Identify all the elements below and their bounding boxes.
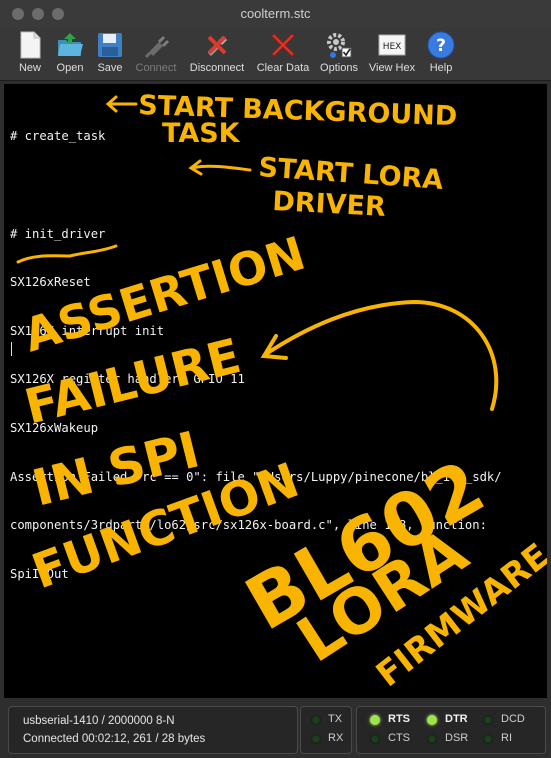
- document-icon: [20, 31, 41, 59]
- rts-label: RTS: [388, 713, 410, 725]
- text-cursor: [11, 342, 12, 356]
- tx-led: [311, 715, 321, 725]
- clear-data-label: Clear Data: [256, 62, 310, 74]
- rts-led[interactable]: [370, 715, 380, 725]
- open-button[interactable]: Open: [52, 28, 88, 80]
- save-label: Save: [97, 62, 123, 74]
- new-button[interactable]: New: [10, 28, 50, 80]
- ri-led: [483, 734, 493, 744]
- usb-plug-icon: [144, 35, 170, 59]
- terminal-line: SX126X register handler: GPIO 11: [10, 372, 245, 387]
- dtr-led[interactable]: [427, 715, 437, 725]
- help-icon: ?: [427, 31, 455, 59]
- folder-open-icon: [58, 33, 83, 56]
- hex-icon-text: HEX: [383, 42, 402, 52]
- red-x-icon: [271, 33, 295, 57]
- floppy-disk-icon: [98, 33, 122, 57]
- options-label: Options: [320, 62, 358, 74]
- terminal-line: SX126xReset: [10, 275, 91, 290]
- unplug-icon: [207, 35, 227, 56]
- terminal-lines: # create_task # init_driver SX126xReset …: [10, 96, 502, 615]
- new-label: New: [18, 62, 41, 74]
- disconnect-label: Disconnect: [189, 62, 245, 74]
- line-status-box: RTS CTS DTR DSR DCD RI: [356, 706, 546, 754]
- rx-label: RX: [328, 732, 344, 744]
- dcd-label: DCD: [501, 713, 525, 725]
- dtr-label: DTR: [445, 713, 468, 725]
- dcd-led: [483, 715, 493, 725]
- svg-text:?: ?: [436, 36, 446, 56]
- connection-info-text: Connected 00:02:12, 261 / 28 bytes: [23, 733, 206, 745]
- rx-led: [311, 734, 321, 744]
- terminal-line: Assertion Failed "rc == 0": file "/Users…: [10, 469, 502, 484]
- view-hex-label: View Hex: [368, 62, 416, 74]
- terminal-line: components/3rdparty/lo62/src/sx126x-boar…: [10, 518, 487, 533]
- save-button[interactable]: Save: [92, 28, 128, 80]
- open-label: Open: [56, 62, 84, 74]
- disconnect-button[interactable]: Disconnect: [186, 28, 248, 80]
- gear-icon: [327, 33, 352, 58]
- terminal-line: # init_driver: [10, 226, 106, 241]
- ri-label: RI: [501, 732, 512, 744]
- toolbar: New Open Save Connect Disconnect Clear D…: [0, 28, 551, 81]
- help-button[interactable]: ? Help: [422, 28, 460, 80]
- title-bar: coolterm.stc: [0, 0, 551, 28]
- connect-button[interactable]: Connect: [132, 28, 180, 80]
- port-settings-text: usbserial-1410 / 2000000 8-N: [23, 715, 175, 727]
- cts-label: CTS: [388, 732, 410, 744]
- txrx-indicator-box: TX RX: [300, 706, 352, 754]
- connection-status-box: usbserial-1410 / 2000000 8-N Connected 0…: [8, 706, 298, 754]
- dsr-led: [427, 734, 437, 744]
- clear-data-button[interactable]: Clear Data: [254, 28, 312, 80]
- terminal-line: # create_task: [10, 129, 106, 144]
- terminal-line: SpiInOut: [10, 566, 69, 581]
- terminal-line: SX126xWakeup: [10, 421, 99, 436]
- help-label: Help: [429, 62, 453, 74]
- dsr-label: DSR: [445, 732, 469, 744]
- window-title: coolterm.stc: [240, 6, 311, 21]
- tx-label: TX: [328, 713, 343, 725]
- terminal-line: SX126X interrupt init: [10, 323, 165, 338]
- cts-led: [370, 734, 380, 744]
- terminal-output[interactable]: # create_task # init_driver SX126xReset …: [4, 84, 547, 698]
- connect-label: Connect: [135, 62, 177, 74]
- options-button[interactable]: Options: [316, 28, 362, 80]
- coolterm-window: coolterm.stc New Open Save Connect Disco…: [0, 0, 551, 758]
- hex-icon: HEX: [378, 34, 406, 56]
- status-bar: usbserial-1410 / 2000000 8-N Connected 0…: [0, 700, 551, 758]
- view-hex-button[interactable]: HEX View Hex: [366, 28, 418, 80]
